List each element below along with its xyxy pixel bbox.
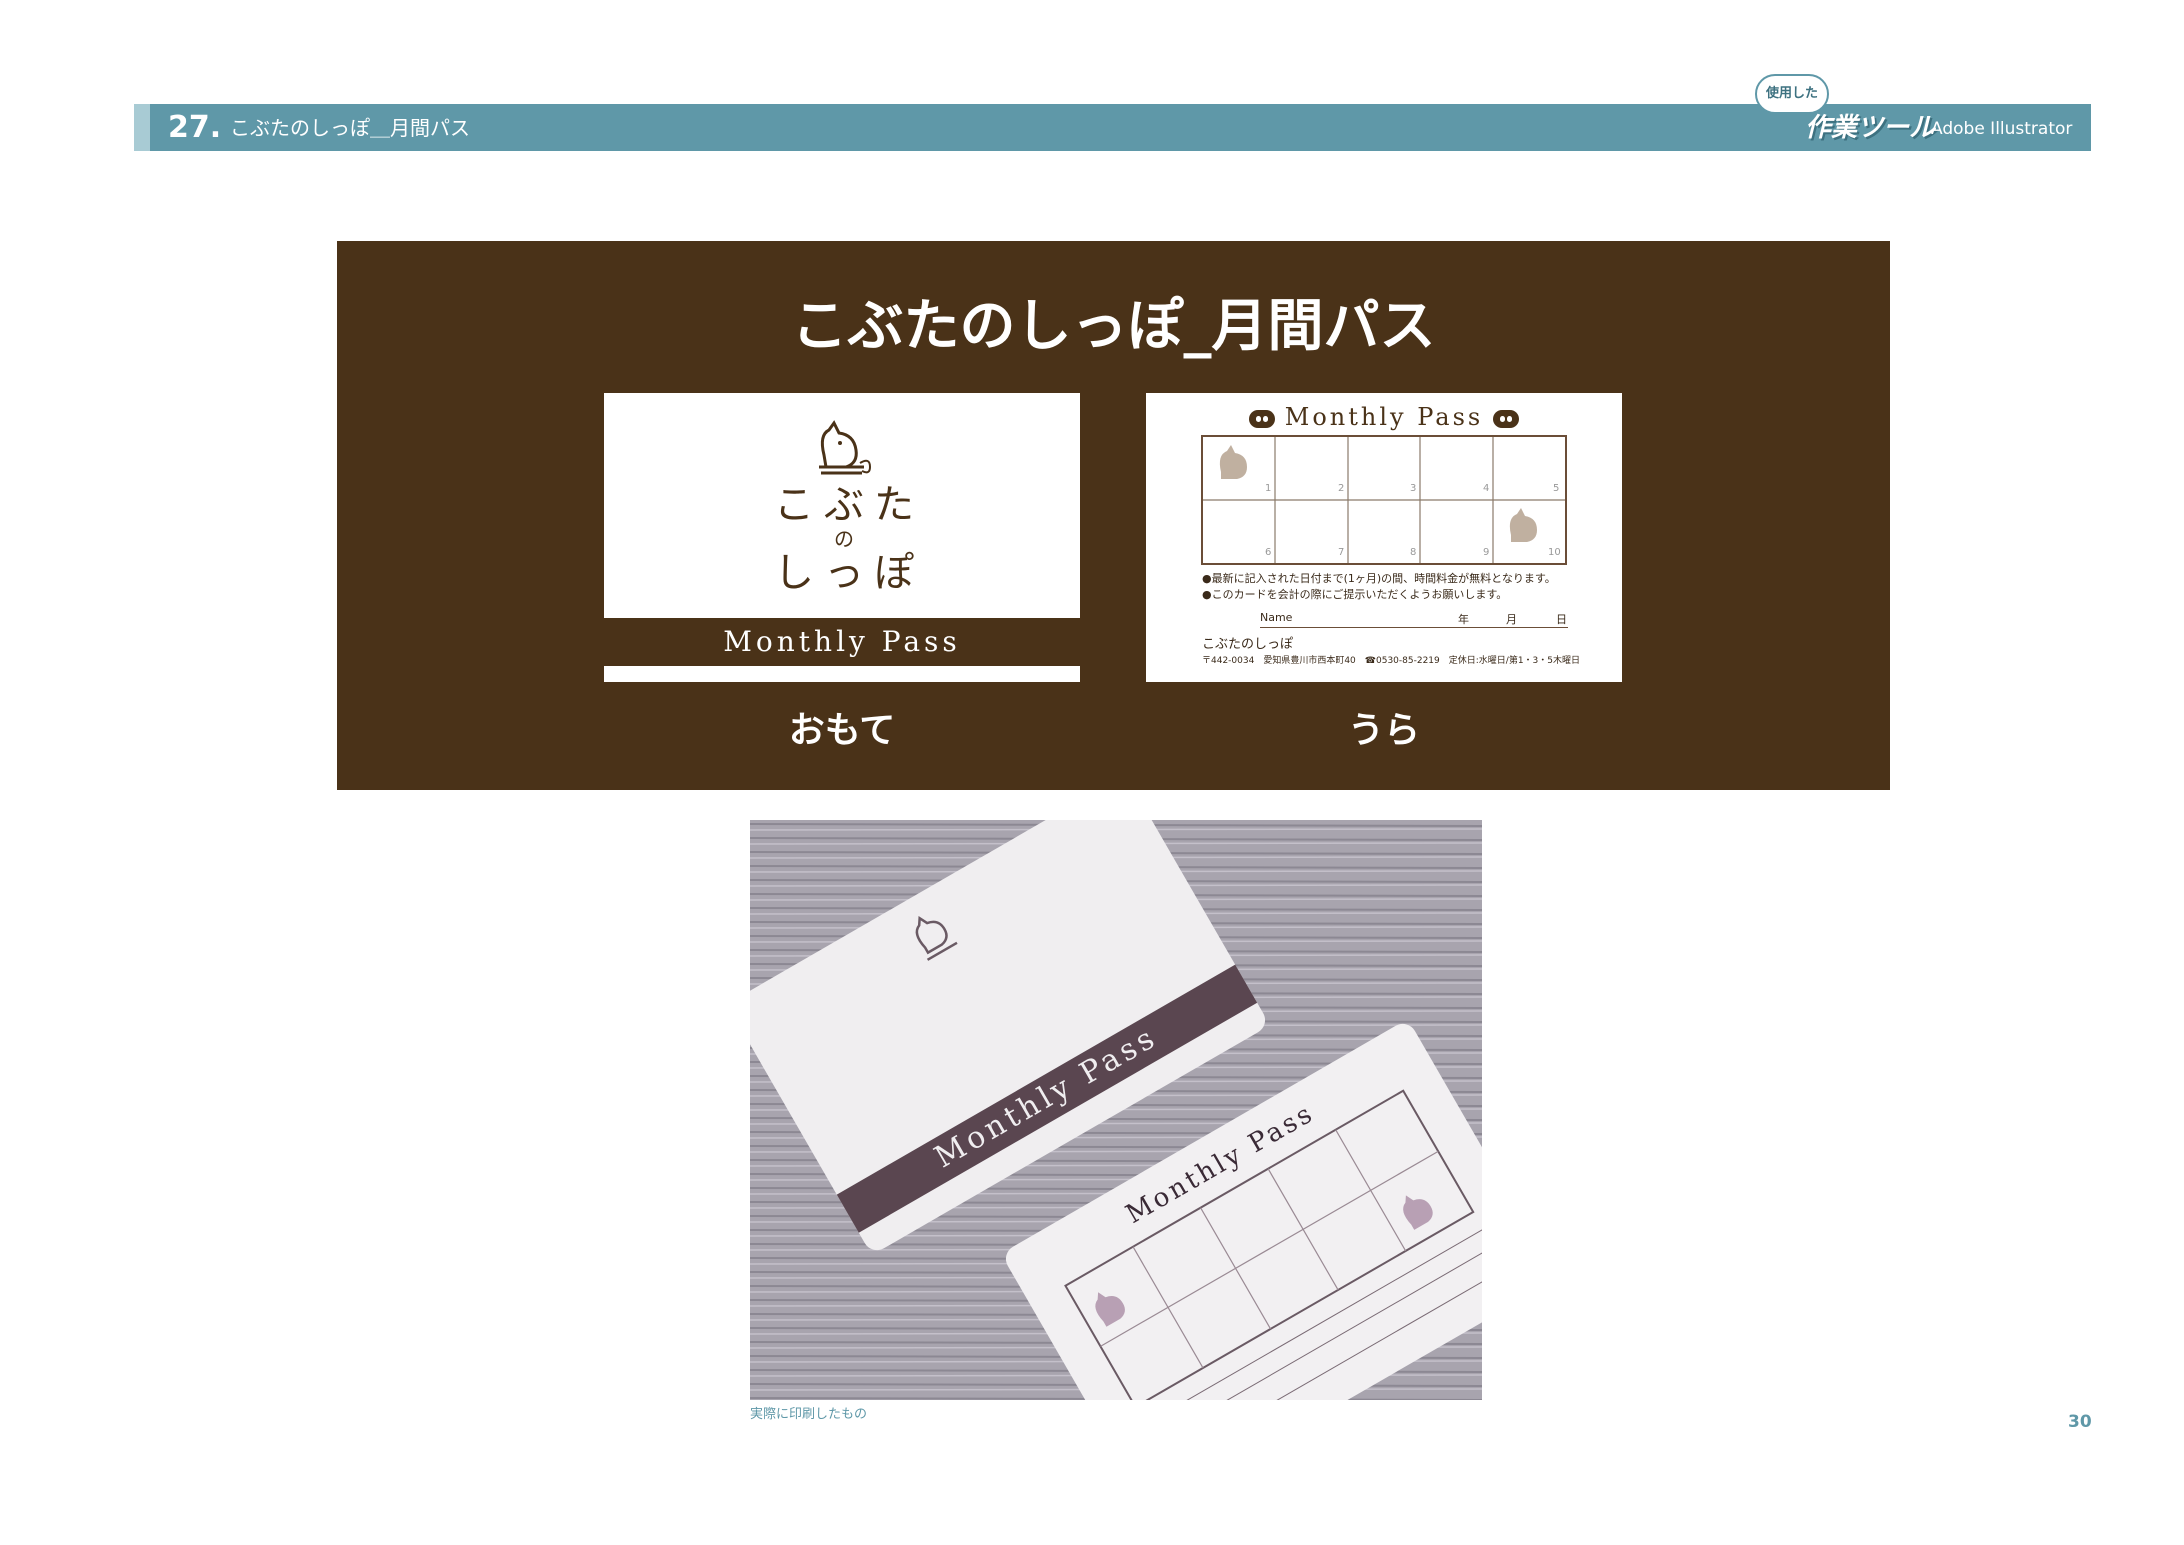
design-panel: こぶたのしっぽ_月間パス こ ぶ た の し っ ぽ Monthly Pass …	[337, 241, 1890, 790]
address-line: 〒442-0034 愛知県豊川市西本町40 ☎0530-85-2219 定休日:…	[1202, 656, 1580, 666]
panel-title: こぶたのしっぽ_月間パス	[791, 294, 1436, 359]
note-line-1: ●最新に記入された日付まで(1ヶ月)の間、時間料金が無料となります。	[1202, 572, 1556, 585]
slot-number: 10	[1548, 547, 1561, 558]
logo-char: こ	[774, 482, 814, 528]
slot-number: 2	[1338, 483, 1345, 494]
logo-char: ぽ	[874, 550, 914, 596]
back-title-text: Monthly Pass	[1284, 403, 1484, 431]
year-label: 年	[1458, 613, 1469, 626]
slot-number: 7	[1338, 547, 1345, 558]
logo-char: し	[774, 550, 814, 596]
card-front: こ ぶ た の し っ ぽ Monthly Pass	[604, 393, 1080, 682]
tool-label: 作業ツール	[1805, 113, 1936, 143]
stamp-grid: 1 2 3 4 5 6 7 8 9 10	[1201, 435, 1567, 565]
header-accent	[134, 104, 150, 151]
band-text: Monthly Pass	[723, 625, 961, 658]
printed-cards-photo: Monthly Pass Monthly Pass	[750, 820, 1482, 1400]
day-label: 日	[1556, 613, 1567, 626]
tool-bubble: 使用した	[1755, 74, 1829, 114]
section-title: こぶたのしっぽ＿月間パス	[230, 116, 470, 140]
slot-number: 9	[1483, 547, 1490, 558]
logo-char: た	[874, 482, 914, 528]
slot-number: 1	[1265, 483, 1272, 494]
name-line	[1260, 627, 1568, 628]
back-title: Monthly Pass	[1146, 403, 1622, 431]
slot-number: 8	[1410, 547, 1417, 558]
slot-number: 5	[1553, 483, 1560, 494]
stamp-grid-lines	[1203, 437, 1565, 563]
photo-caption: 実際に印刷したもの	[750, 1407, 868, 1422]
slot-number: 6	[1265, 547, 1272, 558]
logo-text: こ ぶ た の し っ ぽ	[774, 483, 914, 595]
tool-indicator: 使用した 作業ツール Adobe Illustrator	[1755, 70, 2095, 154]
section-number: 27.	[168, 110, 222, 145]
tool-name: Adobe Illustrator	[1931, 119, 2073, 139]
month-label: 月	[1506, 613, 1517, 626]
page-number: 30	[2068, 1412, 2092, 1432]
slot-number: 4	[1483, 483, 1490, 494]
pig-nose-icon	[1493, 409, 1520, 428]
pig-nose-icon	[1248, 409, 1275, 428]
slot-number: 3	[1410, 483, 1417, 494]
photo-illustration: Monthly Pass Monthly Pass	[750, 820, 1482, 1400]
logo-char: の	[834, 527, 854, 551]
logo-char: っ	[824, 550, 864, 596]
front-label: おもて	[788, 710, 896, 751]
logo-char: ぶ	[824, 482, 864, 528]
card-back: Monthly Pass 1 2 3 4 5 6 7 8 9 10 ●最新に記入…	[1146, 393, 1622, 682]
monthly-pass-band: Monthly Pass	[604, 618, 1080, 666]
back-label: うら	[1347, 710, 1420, 751]
name-label: Name	[1260, 611, 1293, 624]
note-line-2: ●このカードを会計の際にご提示いただくようお願いします。	[1202, 588, 1508, 601]
back-brand: こぶたのしっぽ	[1202, 637, 1294, 652]
